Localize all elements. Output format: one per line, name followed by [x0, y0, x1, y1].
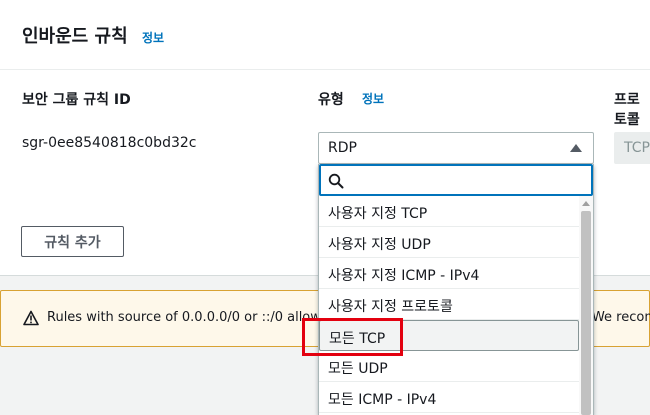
warning-triangle-icon	[23, 310, 39, 326]
protocol-field: TCP	[614, 132, 650, 164]
option-custom-tcp[interactable]: 사용자 지정 TCP	[319, 196, 579, 227]
scrollbar-thumb[interactable]	[581, 211, 591, 415]
column-header-type: 유형	[318, 92, 344, 108]
page: 인바운드 규칙 정보 보안 그룹 규칙 ID 유형 정보 프로토콜 sgr-0e…	[0, 0, 650, 415]
search-icon	[328, 173, 344, 189]
option-all-icmp-ipv4[interactable]: 모든 ICMP - IPv4	[319, 382, 579, 413]
dropdown-search[interactable]	[319, 164, 593, 196]
dropdown-search-input[interactable]	[351, 169, 587, 191]
option-label: 모든 UDP	[328, 361, 388, 377]
protocol-value: TCP	[624, 140, 650, 156]
option-custom-udp[interactable]: 사용자 지정 UDP	[319, 227, 579, 258]
option-label: 사용자 지정 프로토콜	[328, 299, 453, 315]
type-select[interactable]: RDP	[318, 132, 594, 164]
column-header-protocol: 프로토콜	[614, 92, 640, 128]
type-info-link[interactable]: 정보	[362, 90, 384, 107]
type-select-value: RDP	[328, 140, 357, 156]
dropdown-options-list: 사용자 지정 TCP 사용자 지정 UDP 사용자 지정 ICMP - IPv4…	[319, 196, 579, 415]
option-label: 사용자 지정 TCP	[328, 206, 428, 222]
dropdown-scrollbar[interactable]	[579, 196, 593, 415]
type-dropdown-menu: 사용자 지정 TCP 사용자 지정 UDP 사용자 지정 ICMP - IPv4…	[318, 164, 594, 415]
panel-header: 인바운드 규칙 정보	[0, 0, 650, 70]
rule-id-value: sgr-0ee8540818c0bd32c	[22, 135, 197, 151]
option-label: 사용자 지정 ICMP - IPv4	[328, 268, 480, 284]
add-rule-button[interactable]: 규칙 추가	[21, 226, 124, 257]
option-label: 사용자 지정 UDP	[328, 237, 431, 253]
panel-title: 인바운드 규칙	[22, 26, 128, 47]
caret-up-icon	[570, 144, 582, 152]
option-custom-icmp-ipv4[interactable]: 사용자 지정 ICMP - IPv4	[319, 258, 579, 289]
highlight-annotation-box	[302, 318, 403, 356]
title-info-link[interactable]: 정보	[142, 29, 164, 46]
option-label: 모든 ICMP - IPv4	[328, 392, 437, 408]
option-custom-protocol[interactable]: 사용자 지정 프로토콜	[319, 289, 579, 320]
column-header-rule-id: 보안 그룹 규칙 ID	[22, 92, 131, 108]
scroll-up-arrow-icon[interactable]	[582, 201, 590, 206]
